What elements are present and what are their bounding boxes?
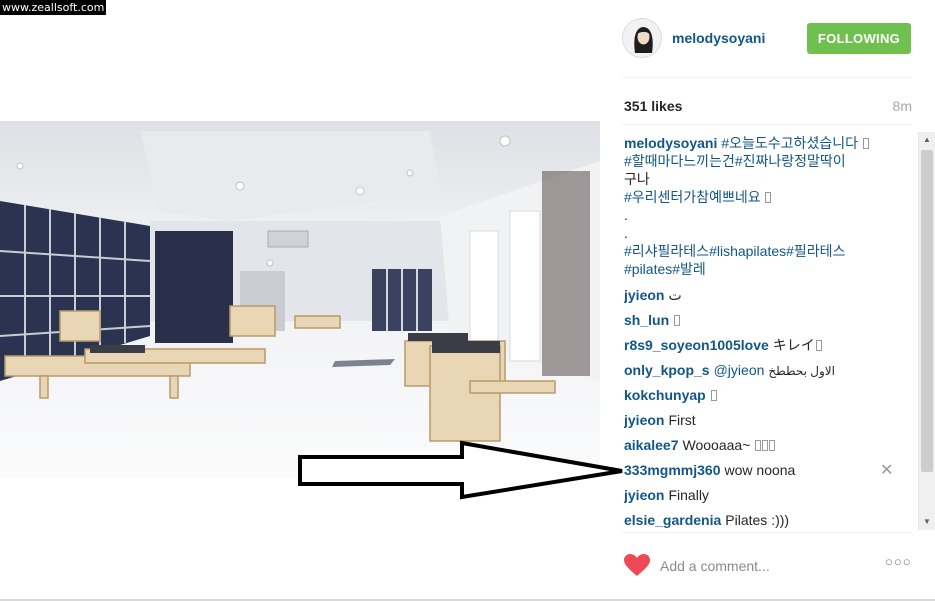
comment-author[interactable]: kokchunyap	[624, 387, 706, 403]
comment-item: 333mgmmj360 wow noona ✕	[624, 458, 914, 483]
comment-author[interactable]: jyieon	[624, 412, 664, 428]
heart-icon[interactable]	[623, 553, 651, 577]
comment-author[interactable]: r8s9_soyeon1005love	[624, 337, 769, 353]
missing-glyph-icon	[755, 440, 762, 451]
more-options-icon[interactable]: ○○○	[885, 554, 912, 569]
delete-comment-icon[interactable]: ✕	[880, 458, 893, 483]
likes-count[interactable]: 351 likes	[624, 98, 682, 114]
profile-avatar[interactable]	[622, 18, 662, 58]
scroll-down-arrow-icon[interactable]: ▼	[919, 514, 935, 530]
comment-item: kokchunyap	[624, 383, 914, 408]
comment-item: only_kpop_s @jyieon الاول بحططخ	[624, 358, 914, 383]
comments-list[interactable]: melodysoyani #오늘도수고하셨습니다 #할때마다느끼는건#진짜나랑정말…	[624, 134, 914, 530]
post-time[interactable]: 8m	[893, 98, 912, 114]
comment-text: First	[668, 412, 696, 428]
caption-text: 구나	[624, 171, 650, 187]
caption-line: #리샤필라테스#lishapilates#필라테스	[624, 242, 914, 260]
comment-text: الاول بحططخ	[768, 364, 835, 378]
comment-item: jyieon ت	[624, 283, 914, 308]
comment-text: wow noona	[724, 462, 796, 478]
comment-author[interactable]: jyieon	[624, 287, 664, 303]
hashtag[interactable]: #리샤필라테스#lishapilates#필라테스	[624, 243, 845, 259]
caption-line: melodysoyani #오늘도수고하셨습니다	[624, 134, 914, 152]
comment-author[interactable]: elsie_gardenia	[624, 512, 721, 528]
comment-author[interactable]: sh_lun	[624, 312, 669, 328]
watermark: www.zeallsoft.com	[0, 0, 107, 15]
meta-divider	[622, 124, 912, 125]
comment-mention[interactable]: @jyieon	[714, 362, 765, 378]
comments-scrollbar[interactable]: ▲ ▼	[918, 132, 935, 530]
caption-line: .	[624, 206, 914, 224]
missing-glyph-icon	[769, 440, 776, 451]
comment-author[interactable]: aikalee7	[624, 437, 679, 453]
add-comment-input[interactable]	[660, 554, 875, 578]
post-meta: 351 likes 8m	[624, 98, 912, 114]
comment-text: Pilates :)))	[725, 512, 790, 528]
header-divider	[622, 77, 912, 78]
missing-glyph-icon	[765, 192, 772, 203]
caption-line: 구나	[624, 170, 914, 188]
hashtag[interactable]: #pilates#발레	[624, 261, 706, 277]
post-photo[interactable]	[0, 121, 600, 478]
comment-text: Woooaaa~	[682, 437, 751, 453]
following-button[interactable]: FOLLOWING	[807, 23, 911, 54]
annotation-arrow-icon	[298, 440, 623, 500]
caption-text: .	[624, 225, 628, 241]
comment-bar: ○○○	[622, 548, 912, 584]
missing-glyph-icon	[674, 315, 681, 326]
comment-author[interactable]: 333mgmmj360	[624, 462, 721, 478]
hashtag[interactable]: #할때마다느끼는건#진짜나랑정말딱이	[624, 153, 846, 169]
comment-text: Finally	[668, 487, 709, 503]
caption-text: .	[624, 207, 628, 223]
hashtag[interactable]: #오늘도수고하셨습니다	[721, 135, 858, 151]
hashtag[interactable]: #우리센터가참예쁘네요	[624, 189, 761, 205]
missing-glyph-icon	[862, 138, 869, 149]
caption-line: #할때마다느끼는건#진짜나랑정말딱이	[624, 152, 914, 170]
caption-author[interactable]: melodysoyani	[624, 135, 717, 151]
caption-line: .	[624, 224, 914, 242]
comment-author[interactable]: only_kpop_s	[624, 362, 710, 378]
profile-username[interactable]: melodysoyani	[672, 30, 765, 46]
comment-item: elsie_gardenia Pilates :)))	[624, 508, 914, 530]
comment-item: r8s9_soyeon1005love キレイ	[624, 333, 914, 358]
missing-glyph-icon	[762, 440, 769, 451]
scrollbar-thumb[interactable]	[921, 150, 933, 472]
comment-item: jyieon First	[624, 408, 914, 433]
comment-text: ت	[668, 287, 682, 303]
comment-text: キレイ	[772, 337, 815, 353]
comment-item: jyieon Finally	[624, 483, 914, 508]
missing-glyph-icon	[815, 340, 822, 351]
comments-divider	[622, 532, 912, 533]
missing-glyph-icon	[710, 390, 717, 401]
comment-item: aikalee7 Woooaaa~	[624, 433, 914, 458]
comment-item: sh_lun	[624, 308, 914, 333]
caption-line: #pilates#발레	[624, 260, 914, 278]
post-caption: melodysoyani #오늘도수고하셨습니다 #할때마다느끼는건#진짜나랑정말…	[624, 134, 914, 278]
post-header: melodysoyani FOLLOWING	[622, 18, 912, 60]
caption-line: #우리센터가참예쁘네요	[624, 188, 914, 206]
scroll-up-arrow-icon[interactable]: ▲	[919, 132, 935, 148]
comment-author[interactable]: jyieon	[624, 487, 664, 503]
